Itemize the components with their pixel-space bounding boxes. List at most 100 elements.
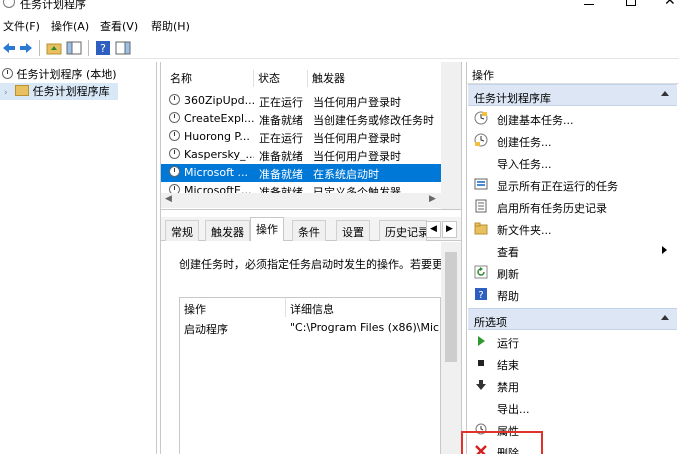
action-column-header[interactable]: 操作 — [180, 298, 286, 317]
action-run[interactable]: 运行 — [468, 330, 677, 352]
submenu-arrow-icon — [662, 246, 667, 254]
task-trigger: 当任何用户登录时 — [313, 132, 401, 145]
tree-library-label: 任务计划程序库 — [32, 85, 110, 98]
section-header-library[interactable]: 任务计划程序库 — [468, 84, 677, 106]
tab-settings[interactable]: 设置 — [336, 220, 370, 241]
task-row[interactable]: Kaspersky_... 准备就绪 当任何用户登录时 — [161, 146, 441, 164]
tab-history[interactable]: 历史记录 — [379, 220, 427, 241]
show-hide-tree-icon[interactable] — [66, 40, 82, 56]
action-type[interactable]: 启动程序 — [184, 321, 228, 337]
tree-root-label: 任务计划程序 (本地) — [16, 68, 117, 81]
detail-column-header[interactable]: 详细信息 — [286, 298, 440, 317]
action-detail[interactable]: "C:\Program Files (x86)\Micr — [290, 321, 440, 334]
task-name: Kaspersky_... — [184, 148, 254, 161]
action-view[interactable]: 查看 — [468, 239, 677, 261]
action-new-folder[interactable]: 新文件夹... — [468, 217, 677, 239]
minimize-button[interactable] — [584, 4, 594, 5]
running-tasks-icon — [474, 178, 488, 190]
task-status: 正在运行 — [259, 132, 303, 145]
tab-conditions[interactable]: 条件 — [292, 220, 326, 241]
tab-scroll-left-icon[interactable]: ◀ — [426, 221, 441, 238]
section-title: 任务计划程序库 — [474, 92, 551, 105]
tree-item-library[interactable]: › 任务计划程序库 — [0, 83, 118, 100]
task-name: CreateExpl... — [184, 112, 254, 125]
task-row[interactable]: MicrosoftE... 准备就绪 已定义多个触发器 — [161, 182, 441, 193]
column-header-trigger[interactable]: 触发器 — [308, 70, 441, 87]
menu-bar: 文件(F) 操作(A) 查看(V) 帮助(H) — [0, 16, 679, 34]
tree-root[interactable]: 任务计划程序 (本地) — [2, 66, 117, 83]
help-icon[interactable]: ? — [95, 40, 111, 56]
tab-scroll-right-icon[interactable]: ▶ — [442, 221, 457, 238]
close-button[interactable]: ✕ — [664, 0, 676, 8]
toolbar-separator — [39, 40, 40, 56]
task-clock-icon — [169, 184, 180, 193]
task-clock-icon — [169, 130, 180, 141]
action-import-task[interactable]: 导入任务... — [468, 151, 677, 173]
toolbar-separator — [88, 40, 89, 56]
scroll-left-icon[interactable]: ◀ — [165, 194, 172, 204]
action-label: 禁用 — [497, 381, 519, 394]
task-row[interactable]: 360ZipUpd... 正在运行 当任何用户登录时 — [161, 92, 441, 110]
menu-file[interactable]: 文件(F) — [3, 18, 40, 34]
actions-pane: 操作 任务计划程序库 创建基本任务... 创建任务... 导入任务... 显示所… — [466, 62, 679, 454]
section-header-selected[interactable]: 所选项 — [468, 308, 677, 330]
task-row[interactable]: Huorong P... 正在运行 当任何用户登录时 — [161, 128, 441, 146]
tab-triggers[interactable]: 触发器 — [205, 220, 250, 241]
collapse-icon[interactable] — [661, 315, 669, 320]
maximize-button[interactable] — [626, 0, 636, 6]
stop-icon — [478, 360, 484, 366]
new-folder-icon — [474, 222, 488, 235]
action-enable-history[interactable]: 启用所有任务历史记录 — [468, 195, 677, 217]
title-bar: 任务计划程序 ✕ — [0, 0, 679, 13]
tab-actions[interactable]: 操作 — [250, 217, 284, 241]
task-name: MicrosoftE... — [184, 184, 252, 193]
detail-vscrollbar[interactable] — [441, 242, 461, 454]
svg-text:?: ? — [100, 42, 106, 55]
action-help[interactable]: ? 帮助 — [468, 283, 677, 305]
action-show-running[interactable]: 显示所有正在运行的任务 — [468, 173, 677, 195]
task-list-vscrollbar[interactable] — [441, 62, 461, 209]
section-title: 所选项 — [474, 316, 507, 329]
show-hide-action-pane-icon[interactable] — [115, 40, 131, 56]
create-task-icon — [474, 133, 488, 147]
task-row-selected[interactable]: Microsoft ... 准备就绪 在系统启动时 — [161, 164, 441, 182]
expand-arrow-icon[interactable]: › — [4, 88, 8, 98]
action-end[interactable]: 结束 — [468, 352, 677, 374]
task-trigger: 当创建任务或修改任务时 — [313, 114, 434, 127]
svg-text:?: ? — [478, 290, 483, 301]
task-status: 准备就绪 — [259, 168, 303, 181]
task-list-hscrollbar[interactable]: ◀ ▶ — [161, 193, 441, 208]
action-disable[interactable]: 禁用 — [468, 374, 677, 396]
tab-general[interactable]: 常规 — [165, 220, 199, 241]
disable-icon — [476, 380, 486, 390]
column-header-name[interactable]: 名称 — [166, 70, 254, 87]
menu-action[interactable]: 操作(A) — [51, 18, 89, 34]
action-export[interactable]: 导出... — [468, 396, 677, 418]
scroll-right-icon[interactable]: ▶ — [429, 194, 436, 204]
detail-tabs: 常规 触发器 操作 条件 设置 历史记录 ◀ ▶ — [161, 217, 461, 241]
action-label: 刷新 — [497, 268, 519, 281]
action-label: 帮助 — [497, 290, 519, 303]
action-create-basic-task[interactable]: 创建基本任务... — [468, 107, 677, 129]
refresh-icon — [474, 265, 488, 279]
app-icon — [3, 0, 15, 8]
task-row[interactable]: CreateExpl... 准备就绪 当创建任务或修改任务时 — [161, 110, 441, 128]
action-create-task[interactable]: 创建任务... — [468, 129, 677, 151]
menu-help[interactable]: 帮助(H) — [151, 18, 190, 34]
action-table: 操作 详细信息 启动程序 "C:\Program Files (x86)\Mic… — [179, 297, 441, 454]
back-arrow-icon[interactable] — [1, 40, 17, 56]
collapse-icon[interactable] — [661, 91, 669, 96]
task-name: Huorong P... — [184, 130, 250, 143]
tree-pane: 任务计划程序 (本地) › 任务计划程序库 — [0, 62, 157, 454]
task-name: Microsoft ... — [184, 166, 249, 179]
folder-up-icon[interactable] — [46, 40, 62, 56]
forward-arrow-icon[interactable] — [18, 40, 34, 56]
column-header-status[interactable]: 状态 — [254, 70, 308, 87]
menu-view[interactable]: 查看(V) — [100, 18, 138, 34]
action-refresh[interactable]: 刷新 — [468, 261, 677, 283]
task-list: 名称 状态 触发器 360ZipUpd... 正在运行 当任何用户登录时 Cre… — [161, 62, 461, 210]
task-name: 360ZipUpd... — [184, 94, 254, 107]
task-clock-icon — [169, 166, 180, 177]
middle-pane: 名称 状态 触发器 360ZipUpd... 正在运行 当任何用户登录时 Cre… — [160, 62, 462, 454]
scroll-thumb[interactable] — [445, 252, 457, 362]
